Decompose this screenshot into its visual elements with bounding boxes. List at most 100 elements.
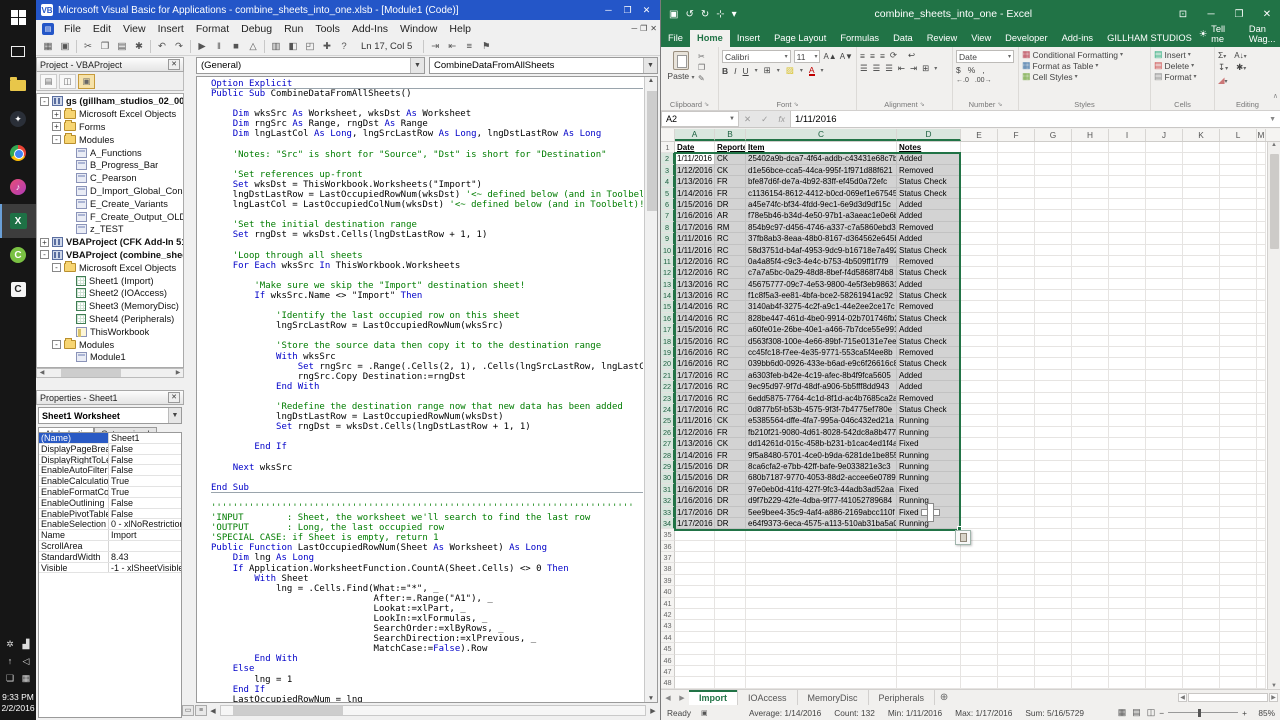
cell-K48[interactable]: [1183, 677, 1220, 688]
code-line[interactable]: Set rngDst = wksDst.Cells(lngDstLastRow …: [211, 422, 643, 432]
cell-K30[interactable]: [1183, 472, 1220, 483]
cell-L23[interactable]: [1220, 393, 1257, 404]
cell-A23[interactable]: 1/17/2016: [675, 393, 715, 404]
cell-D35[interactable]: [897, 529, 961, 540]
cell-K29[interactable]: [1183, 461, 1220, 472]
cell-K37[interactable]: [1183, 552, 1220, 563]
paste-options-button[interactable]: [955, 530, 971, 545]
cell-J7[interactable]: [1146, 210, 1183, 221]
row-header-31[interactable]: 31: [661, 484, 675, 495]
cell-A22[interactable]: 1/17/2016: [675, 381, 715, 392]
properties-object-selector[interactable]: Sheet1 Worksheet ▼: [38, 407, 182, 424]
code-line[interactable]: With wksSrc: [211, 352, 643, 362]
cell-F18[interactable]: [998, 336, 1035, 347]
ribbon-tab-developer[interactable]: Developer: [998, 30, 1054, 47]
new-sheet-button[interactable]: ⊕: [935, 690, 953, 705]
cell-C16[interactable]: 828be447-461d-4be0-9914-02b701746fb2: [746, 313, 897, 324]
vba-title-bar[interactable]: VB Microsoft Visual Basic for Applicatio…: [36, 0, 660, 20]
property-value[interactable]: -1 - xlSheetVisible: [109, 563, 181, 573]
cell-H46[interactable]: [1072, 655, 1109, 666]
cell-J41[interactable]: [1146, 598, 1183, 609]
cell-C39[interactable]: [746, 575, 897, 586]
cell-J35[interactable]: [1146, 529, 1183, 540]
cell-M14[interactable]: [1257, 290, 1266, 301]
cell-H30[interactable]: [1072, 472, 1109, 483]
cell-L38[interactable]: [1220, 563, 1257, 574]
cell-M26[interactable]: [1257, 427, 1266, 438]
cell-K1[interactable]: [1183, 142, 1220, 153]
cell-G4[interactable]: [1035, 176, 1072, 187]
vba-restore-button[interactable]: ❐: [619, 3, 636, 17]
tree-item[interactable]: B_Progress_Bar: [37, 159, 183, 172]
row-header-20[interactable]: 20: [661, 358, 675, 369]
cell-A1[interactable]: Date: [675, 142, 715, 153]
cell-G23[interactable]: [1035, 393, 1072, 404]
cell-F7[interactable]: [998, 210, 1035, 221]
cell-A16[interactable]: 1/14/2016: [675, 313, 715, 324]
tree-item[interactable]: Sheet3 (MemoryDisc): [37, 300, 183, 313]
cell-M18[interactable]: [1257, 336, 1266, 347]
cell-D28[interactable]: Running: [897, 450, 961, 461]
cell-M13[interactable]: [1257, 279, 1266, 290]
cell-D20[interactable]: Status Check: [897, 358, 961, 369]
tree-item[interactable]: D_Import_Global_Constants: [37, 185, 183, 198]
cell-B10[interactable]: RC: [715, 245, 746, 256]
font-dialog-launcher[interactable]: ⇘: [793, 101, 798, 108]
cell-K24[interactable]: [1183, 404, 1220, 415]
cell-D41[interactable]: [897, 598, 961, 609]
cell-F22[interactable]: [998, 381, 1035, 392]
toolbox-icon[interactable]: ✚: [319, 39, 335, 54]
row-header-14[interactable]: 14: [661, 290, 675, 301]
tree-item[interactable]: A_Functions: [37, 146, 183, 159]
cell-M35[interactable]: [1257, 529, 1266, 540]
cell-J24[interactable]: [1146, 404, 1183, 415]
action-center-icon[interactable]: ❏: [6, 673, 14, 684]
menu-insert[interactable]: Insert: [152, 23, 190, 35]
cell-J19[interactable]: [1146, 347, 1183, 358]
cell-K32[interactable]: [1183, 495, 1220, 506]
cell-E11[interactable]: [961, 256, 998, 267]
cell-E16[interactable]: [961, 313, 998, 324]
code-line[interactable]: 'Notes: "Src" is short for "Source", "Ds…: [211, 150, 643, 160]
property-value[interactable]: 8.43: [109, 552, 181, 562]
scroll-up-icon[interactable]: ▲: [648, 77, 654, 84]
code-line[interactable]: lng = 1: [211, 675, 643, 685]
property-value[interactable]: False: [109, 498, 181, 508]
cell-F5[interactable]: [998, 188, 1035, 199]
row-header-36[interactable]: 36: [661, 541, 675, 552]
row-header-46[interactable]: 46: [661, 655, 675, 666]
code-line[interactable]: [211, 140, 643, 150]
row-header-45[interactable]: 45: [661, 643, 675, 654]
cell-A12[interactable]: 1/12/2016: [675, 267, 715, 278]
cell-M42[interactable]: [1257, 609, 1266, 620]
ribbon-tab-pagelayout[interactable]: Page Layout: [767, 30, 833, 47]
column-header-G[interactable]: G: [1035, 129, 1072, 141]
code-line[interactable]: After:=.Range("A1"), _: [211, 594, 643, 604]
cell-B38[interactable]: [715, 563, 746, 574]
cell-F26[interactable]: [998, 427, 1035, 438]
hscroll-left-icon[interactable]: ◀: [1178, 693, 1187, 702]
cell-I25[interactable]: [1109, 415, 1146, 426]
cell-M5[interactable]: [1257, 188, 1266, 199]
cell-I19[interactable]: [1109, 347, 1146, 358]
column-header-K[interactable]: K: [1183, 129, 1220, 141]
insert-cells-button[interactable]: ▤Insert▾: [1154, 49, 1211, 60]
cell-K35[interactable]: [1183, 529, 1220, 540]
ribbon-tab-home[interactable]: Home: [690, 30, 730, 47]
cell-F37[interactable]: [998, 552, 1035, 563]
cell-K7[interactable]: [1183, 210, 1220, 221]
cell-F45[interactable]: [998, 643, 1035, 654]
excel-icon[interactable]: X: [0, 204, 36, 238]
cell-B13[interactable]: RC: [715, 279, 746, 290]
cell-E21[interactable]: [961, 370, 998, 381]
cell-K17[interactable]: [1183, 324, 1220, 335]
cell-M12[interactable]: [1257, 267, 1266, 278]
cell-C41[interactable]: [746, 598, 897, 609]
cell-C8[interactable]: 854b9c97-d456-4746-a337-c7a5860ebd39: [746, 222, 897, 233]
sheet-tab-ioaccess[interactable]: IOAccess: [738, 690, 798, 705]
cell-B29[interactable]: DR: [715, 461, 746, 472]
code-line[interactable]: 'SPECIAL CASE: if Sheet is empty, return…: [211, 533, 643, 543]
column-header-B[interactable]: B: [715, 129, 746, 141]
property-row[interactable]: Visible-1 - xlSheetVisible: [39, 563, 181, 574]
property-value[interactable]: False: [109, 509, 181, 519]
